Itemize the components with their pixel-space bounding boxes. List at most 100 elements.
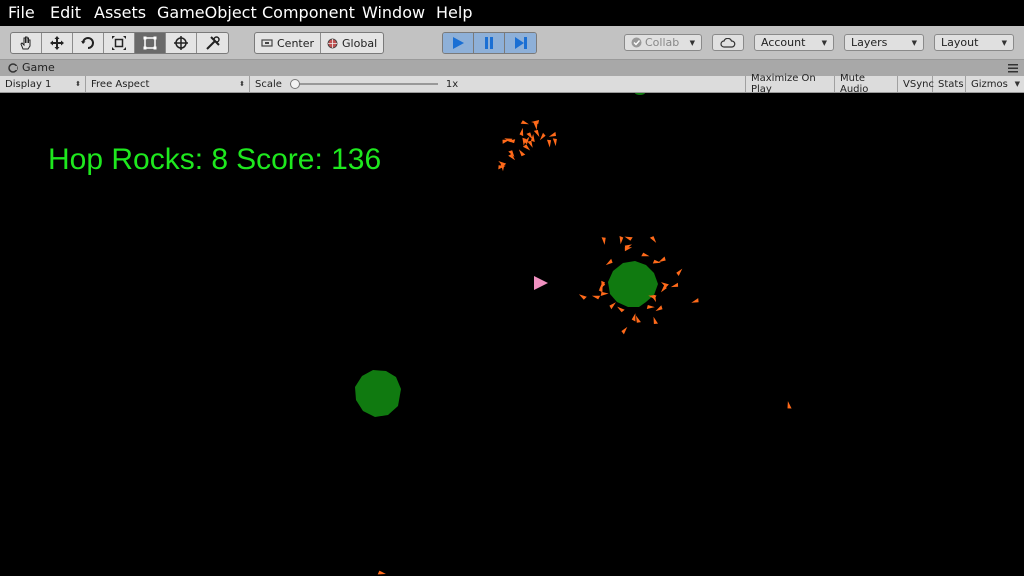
aspect-label: Free Aspect xyxy=(91,78,150,90)
menu-help[interactable]: Help xyxy=(436,3,472,22)
tab-game-label: Game xyxy=(22,61,55,74)
pause-button[interactable] xyxy=(474,33,505,53)
debris-shard xyxy=(670,282,679,288)
debris-shard xyxy=(600,291,609,296)
scale-value: 1x xyxy=(445,78,459,90)
hand-tool-button[interactable] xyxy=(11,33,42,53)
menu-file[interactable]: File xyxy=(8,3,35,22)
account-label: Account xyxy=(761,36,806,49)
tab-menu-icon[interactable] xyxy=(1008,63,1018,73)
play-button[interactable] xyxy=(443,33,474,53)
display-label: Display 1 xyxy=(5,78,52,90)
debris-shard xyxy=(533,129,540,137)
rock-large xyxy=(608,261,658,307)
debris-shard xyxy=(522,144,531,151)
move-arrows-icon xyxy=(50,36,64,50)
pivot-global-button[interactable]: Global xyxy=(321,33,383,53)
chevron-down-icon: ▼ xyxy=(1001,38,1007,47)
move-tool-button[interactable] xyxy=(42,33,73,53)
menu-bar: File Edit Assets GameObject Component Wi… xyxy=(0,0,1024,26)
aspect-dropdown[interactable]: Free Aspect ⬍ xyxy=(86,76,250,92)
debris-shard xyxy=(605,258,613,266)
step-button[interactable] xyxy=(505,33,536,53)
chevron-down-icon: ▼ xyxy=(821,38,827,47)
scale-slider-track xyxy=(289,83,438,85)
chevron-down-icon: ▼ xyxy=(689,38,695,47)
debris-shard xyxy=(548,131,556,137)
rect-tool-button[interactable] xyxy=(135,33,166,53)
scale-label: Scale xyxy=(255,78,282,90)
debris-shard xyxy=(651,294,656,303)
debris-shard xyxy=(641,252,650,257)
mute-audio-toggle[interactable]: Mute Audio xyxy=(835,73,898,95)
collab-dropdown[interactable]: Collab ▼ xyxy=(624,34,702,51)
pivot-global-label: Global xyxy=(342,36,378,50)
maximize-on-play-toggle[interactable]: Maximize On Play xyxy=(746,73,835,95)
debris-shard xyxy=(377,570,386,575)
transform-tool-button[interactable] xyxy=(166,33,197,53)
menu-gameobject[interactable]: GameObject xyxy=(157,3,257,22)
debris-shard xyxy=(519,127,524,137)
maximize-on-play-label: Maximize On Play xyxy=(751,73,816,95)
menu-edit[interactable]: Edit xyxy=(50,3,81,22)
debris-shard xyxy=(539,132,546,141)
debris-shard xyxy=(552,138,557,147)
scale-slider-thumb[interactable] xyxy=(289,79,300,89)
game-scene xyxy=(355,93,792,575)
scale-icon xyxy=(112,36,126,50)
scale-tool-button[interactable] xyxy=(104,33,135,53)
debris-shard xyxy=(508,153,516,161)
debris-shard xyxy=(646,305,655,309)
debris-shard xyxy=(609,302,616,310)
debris-shard xyxy=(619,236,624,245)
debris-shard xyxy=(676,268,683,276)
pivot-icon xyxy=(261,39,273,47)
hand-icon xyxy=(20,36,31,50)
layers-dropdown[interactable]: Layers ▼ xyxy=(844,34,924,51)
debris-shard xyxy=(617,306,625,313)
custom-tool-button[interactable] xyxy=(197,33,228,53)
scale-control: Scale 1x xyxy=(250,76,746,92)
debris-shard xyxy=(518,149,526,157)
display-dropdown[interactable]: Display 1 ⬍ xyxy=(0,76,86,92)
pivot-center-button[interactable]: Center xyxy=(255,33,322,53)
vsync-toggle[interactable]: VSync xyxy=(898,76,934,92)
debris-shard xyxy=(658,256,666,263)
debris-shard xyxy=(547,139,552,148)
layout-dropdown[interactable]: Layout ▼ xyxy=(934,34,1014,51)
rock-large xyxy=(355,370,401,417)
rect-transform-icon xyxy=(143,36,157,50)
debris-shard xyxy=(649,236,657,243)
step-icon xyxy=(514,37,527,49)
debris-shard xyxy=(527,140,533,148)
debris-shard xyxy=(601,237,606,245)
layers-label: Layers xyxy=(851,36,888,49)
chevron-down-icon: ▼ xyxy=(911,38,917,47)
transform-tools xyxy=(10,32,229,54)
menu-assets[interactable]: Assets xyxy=(94,3,146,22)
updown-arrow-icon: ⬍ xyxy=(239,80,245,88)
gizmos-dropdown[interactable]: Gizmos ▼ xyxy=(966,76,1024,92)
player-ship xyxy=(534,276,548,290)
pause-icon xyxy=(485,37,493,49)
account-dropdown[interactable]: Account ▼ xyxy=(754,34,834,51)
cloud-button[interactable] xyxy=(712,34,744,51)
stats-toggle[interactable]: Stats xyxy=(933,76,966,92)
scale-slider[interactable] xyxy=(289,76,438,92)
main-toolbar: Center Global Collab ▼ Account ▼ Layers xyxy=(0,26,1024,60)
layout-label: Layout xyxy=(941,36,979,49)
debris-shard xyxy=(653,316,658,324)
game-view-controls: Display 1 ⬍ Free Aspect ⬍ Scale 1x Maxim… xyxy=(0,73,1024,95)
tab-game[interactable]: Game xyxy=(8,61,55,74)
debris-shard xyxy=(691,298,699,303)
debris-shard xyxy=(635,315,641,323)
debris-shard xyxy=(787,401,792,409)
debris-shard xyxy=(621,326,628,335)
menu-component[interactable]: Component xyxy=(262,3,355,22)
playback-controls xyxy=(442,32,537,54)
menu-window[interactable]: Window xyxy=(362,3,425,22)
chevron-down-icon: ▼ xyxy=(1014,80,1020,88)
game-viewport[interactable]: Hop Rocks: 8 Score: 136 xyxy=(0,93,1024,576)
debris-shard xyxy=(631,313,636,322)
rotate-tool-button[interactable] xyxy=(73,33,104,53)
